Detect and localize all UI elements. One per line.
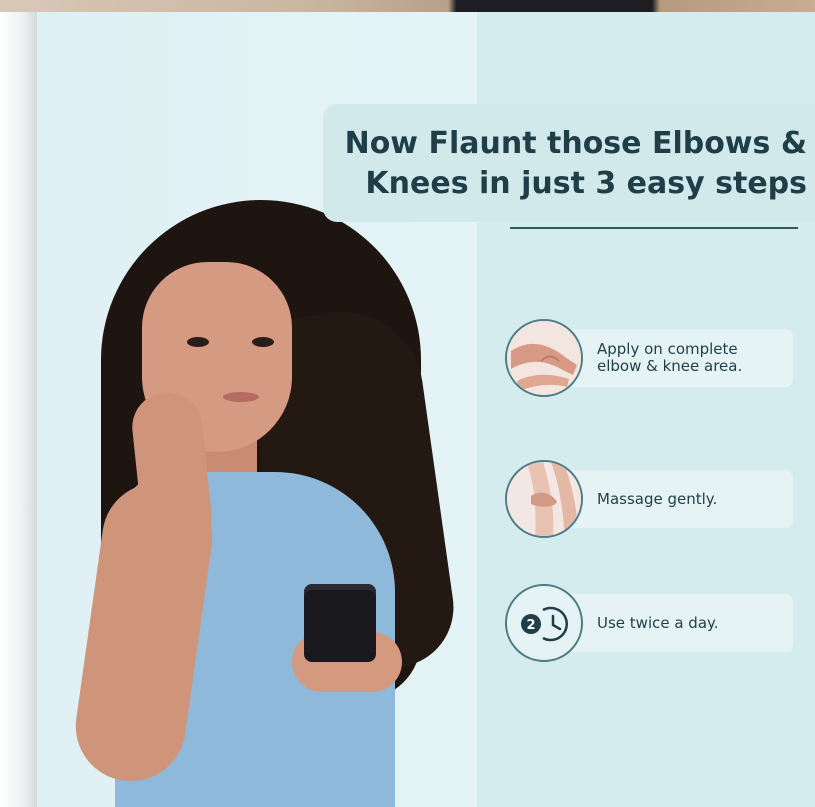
step-1: Apply on complete elbow & knee area.: [505, 319, 815, 399]
step-1-text: Apply on complete elbow & knee area.: [597, 319, 793, 397]
step-2: Massage gently.: [505, 460, 815, 540]
product-infographic: Now Flaunt those Elbows & Knees in just …: [0, 0, 815, 807]
step-2-line-1: Massage gently.: [597, 489, 718, 508]
divider-rule: [510, 227, 798, 229]
product-jar: [304, 584, 376, 662]
svg-text:2: 2: [526, 618, 535, 633]
headline: Now Flaunt those Elbows & Knees in just …: [337, 124, 815, 204]
knee-massage-icon: [505, 460, 583, 538]
left-eye: [187, 337, 209, 347]
step-3-text: Use twice a day.: [597, 584, 793, 662]
lips: [223, 392, 259, 402]
step-2-text: Massage gently.: [597, 460, 793, 538]
step-3-line-1: Use twice a day.: [597, 613, 719, 632]
elbow-icon: [505, 319, 583, 397]
previous-image-strip: [0, 0, 815, 12]
step-1-line-2: elbow & knee area.: [597, 357, 743, 375]
panel-edge-shadow: [0, 12, 37, 807]
step-1-line-1: Apply on complete: [597, 340, 738, 358]
right-eye: [252, 337, 274, 347]
headline-line-2: Knees in just 3 easy steps: [365, 166, 807, 201]
clock-twice-icon: 2: [505, 584, 583, 662]
step-3: 2 Use twice a day.: [505, 584, 815, 664]
infographic-panel: Now Flaunt those Elbows & Knees in just …: [37, 12, 815, 807]
headline-line-1: Now Flaunt those Elbows &: [344, 126, 807, 161]
